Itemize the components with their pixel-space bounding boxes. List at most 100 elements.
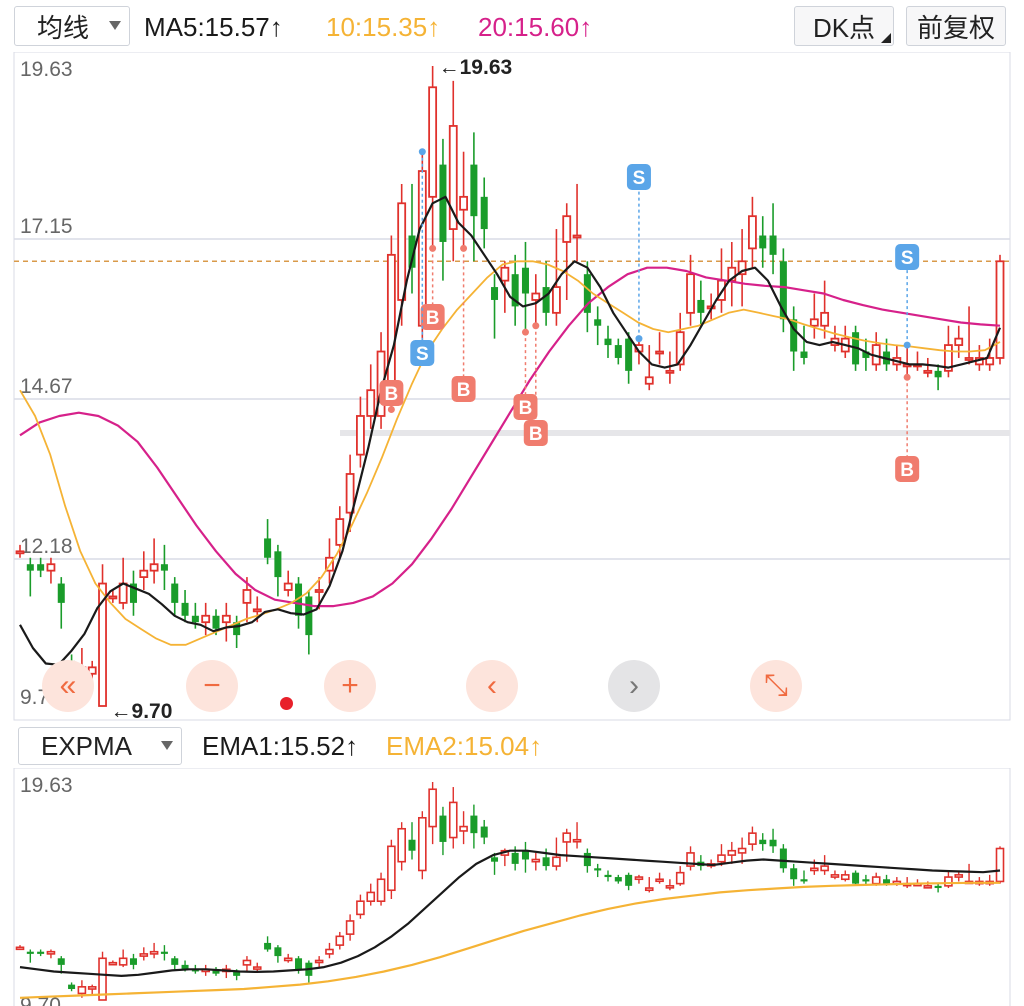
candle-body-up [562, 832, 572, 843]
candle-body-up [748, 215, 757, 250]
candle-body-down [800, 351, 808, 358]
candle-body-up [954, 874, 964, 878]
high-price-label: ←19.63 [439, 56, 513, 79]
sub-indicator-select-label: EXPMA [41, 730, 133, 761]
candle-body-up [335, 518, 345, 546]
candle-body-up [954, 337, 964, 346]
candle-body-up [459, 195, 468, 211]
candle-body-up [964, 357, 974, 361]
candle-body-down [37, 564, 45, 571]
candle-body-up [748, 832, 757, 845]
marker-letter: B [900, 460, 914, 481]
candle-body-up [335, 935, 345, 946]
candle-body-down [470, 815, 478, 834]
candle-body-down [295, 958, 303, 970]
candle-body-down [521, 850, 529, 860]
zoom-out-button[interactable]: − [186, 660, 238, 712]
candle-body-up [686, 273, 695, 314]
dk-point-button[interactable]: DK点 [794, 6, 894, 46]
candle-body-up [500, 266, 510, 282]
candle-body-up [201, 614, 211, 624]
candle-body-down [779, 848, 787, 869]
candlestick-chart[interactable]: 19.6317.1514.6712.189.70←19.63←9.70BBBBB… [0, 52, 1024, 722]
candle-body-up [717, 854, 726, 863]
zoom-in-button[interactable]: + [324, 660, 376, 712]
candle-body-down [171, 583, 179, 603]
marker-letter: B [529, 424, 543, 445]
candle-body-up [242, 589, 252, 604]
candle-body-up [655, 878, 664, 883]
candle-body-up [737, 847, 747, 854]
marker-dot [532, 322, 540, 330]
minus-icon: − [203, 669, 221, 702]
candle-body-down [37, 951, 45, 954]
fullscreen-button[interactable]: ⤡ [750, 660, 802, 712]
candle-body-down [274, 551, 282, 578]
candle-body-up [562, 215, 572, 243]
candle-body-down [604, 338, 612, 346]
ma20-line [19, 266, 1001, 608]
candle-body-up [283, 957, 293, 962]
indicator-select[interactable]: 均线 [14, 6, 130, 46]
scroll-left-fast-button[interactable]: « [42, 660, 94, 712]
candle-body-up [428, 86, 438, 198]
candle-body-down [542, 857, 550, 867]
watermark-band [340, 430, 1010, 436]
candle-body-down [212, 615, 220, 629]
ema1-value: EMA1:15.52↑ [202, 731, 359, 761]
candle-body-down [57, 583, 65, 603]
candle-body-up [15, 946, 25, 951]
candle-body-up [552, 856, 561, 867]
candle-body-down [191, 615, 199, 623]
candle-body-up [242, 959, 252, 966]
marker-letter: S [901, 248, 914, 269]
candle-body-up [572, 234, 582, 239]
marker-dot [635, 335, 643, 343]
candle-body-up [871, 876, 881, 885]
candle-body-up [283, 582, 293, 591]
adjust-price-button[interactable]: 前复权 [906, 6, 1006, 46]
candle-body-down [697, 299, 705, 313]
candle-body-down [480, 826, 488, 838]
candle-body-down [264, 538, 272, 558]
candle-body-up [325, 948, 334, 955]
candle-body-up [655, 350, 664, 355]
sub-indicator-select[interactable]: EXPMA [18, 727, 182, 765]
scroll-right-button[interactable]: › [608, 660, 660, 712]
dropdown-corner-icon [881, 33, 891, 43]
candle-body-up [87, 986, 97, 990]
indicator-select-label: 均线 [37, 12, 90, 43]
expma-chart[interactable]: 19.639.70 [0, 768, 1024, 1006]
candle-body-down [129, 958, 137, 965]
candle-body-down [604, 874, 612, 878]
price-tick-label: 12.18 [20, 535, 73, 558]
ma10-line [19, 260, 1001, 646]
candle-body-up [418, 816, 427, 872]
marker-dot [418, 148, 426, 156]
expand-icon: ⤡ [764, 669, 788, 702]
low-price-label: ←9.70 [111, 700, 173, 722]
candle-body-up [923, 369, 933, 374]
marker-letter: B [457, 380, 471, 401]
candle-body-up [366, 389, 376, 417]
candle-body-up [314, 589, 324, 593]
candle-body-up [840, 874, 850, 881]
candle-body-down [934, 370, 942, 378]
candle-body-down [625, 338, 633, 371]
marker-dot [521, 328, 529, 336]
candle-body-up [531, 292, 541, 301]
candle-body-up [46, 563, 56, 572]
buy-marker: B [451, 244, 476, 402]
ema2-value: EMA2:15.04↑ [386, 731, 543, 761]
buy-marker: B [895, 373, 920, 482]
marker-letter: B [385, 384, 399, 405]
candle-body-up [376, 878, 386, 903]
scroll-left-button[interactable]: ‹ [466, 660, 518, 712]
candle-body-down [511, 852, 519, 864]
marker-letter: B [519, 398, 533, 419]
candle-body-down [274, 947, 282, 957]
candle-body-up [118, 957, 128, 966]
candle-body-up [820, 865, 829, 872]
marker-dot [903, 341, 911, 349]
candle-body-down [26, 951, 34, 954]
